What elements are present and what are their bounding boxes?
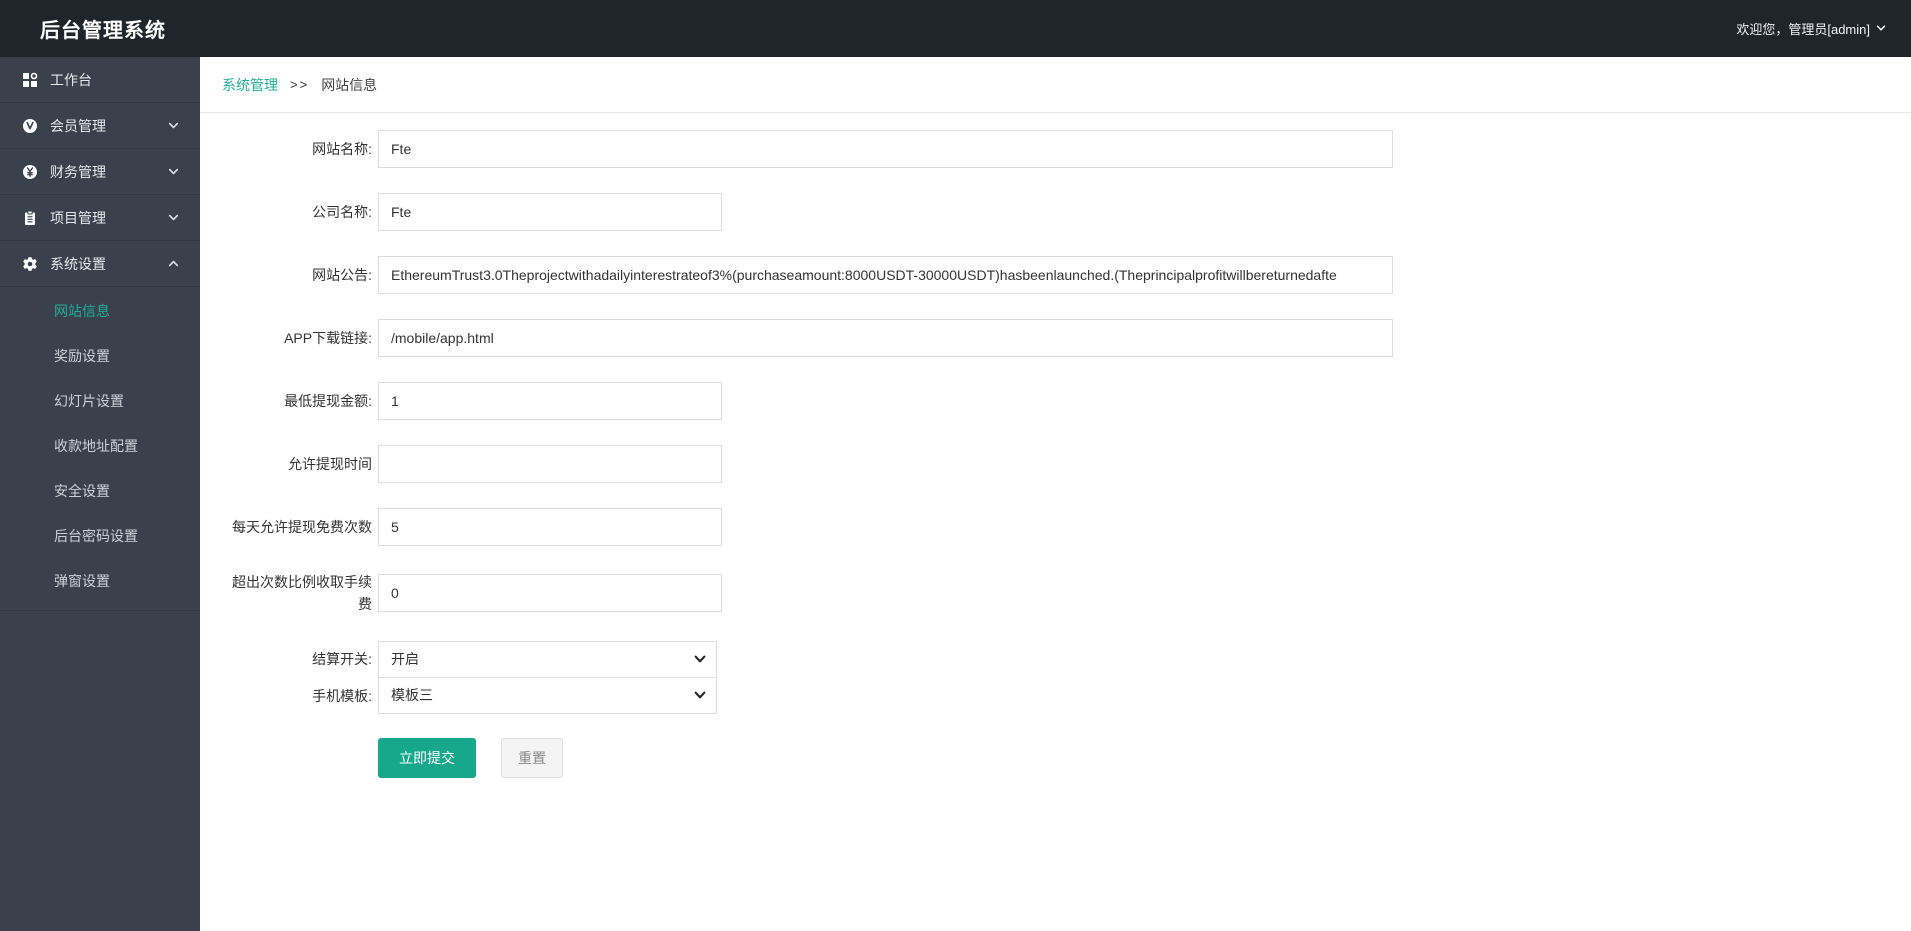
sidebar-item-system[interactable]: 系统设置 <box>0 241 200 287</box>
welcome-text: 欢迎您，管理员[admin] <box>1736 22 1870 37</box>
project-icon <box>22 210 40 226</box>
sidebar: 工作台会员管理财务管理项目管理系统设置网站信息 奖励设置 幻灯片设置 收款地址配置 安全… <box>0 57 200 931</box>
dashboard-grid-icon <box>22 72 40 88</box>
field-label: 网站名称: <box>312 140 372 157</box>
sidebar-subitem-site-info[interactable]: 网站信息 <box>0 289 200 334</box>
form-row-min-withdraw-amount: 最低提现金额: <box>200 382 1911 420</box>
breadcrumb-current: 网站信息 <box>321 76 378 93</box>
sidebar-item-members[interactable]: 会员管理 <box>0 103 200 149</box>
sidebar-subitem-payment-address[interactable]: 收款地址配置 <box>0 424 200 469</box>
field-label: 结算开关: <box>312 651 372 668</box>
form-fields-container: 网站名称: 公司名称: 网站公告: APP下载链接: 最低提现金额: 允许提现时间每天允许… <box>200 130 1911 616</box>
form-row-excess-fee-ratio: 超出次数比例收取手续费 <box>200 571 1911 616</box>
sidebar-item-projects[interactable]: 项目管理 <box>0 195 200 241</box>
topbar: 后台管理系统 欢迎您，管理员[admin] <box>0 0 1911 57</box>
user-dropdown[interactable]: 欢迎您，管理员[admin] <box>1736 19 1887 38</box>
sidebar-item-label: 财务管理 <box>50 163 106 180</box>
settlement-switch-select-wrap: 开启 <box>378 640 717 678</box>
finance-icon <box>22 164 40 180</box>
withdraw-time-allowed-input[interactable] <box>378 445 722 483</box>
sidebar-item-label: 会员管理 <box>50 117 106 134</box>
form-row-daily-free-withdraw-count: 每天允许提现免费次数 <box>200 508 1911 546</box>
field-label: 手机模板: <box>312 687 372 704</box>
reset-button[interactable]: 重置 <box>501 737 563 778</box>
settings-form: 网站名称: 公司名称: 网站公告: APP下载链接: 最低提现金额: 允许提现时间每天允许… <box>200 113 1911 818</box>
sidebar-nav: 工作台会员管理财务管理项目管理系统设置网站信息 奖励设置 幻灯片设置 收款地址配置 安全… <box>0 57 200 611</box>
mobile-template-select[interactable]: 模板三 <box>378 676 717 714</box>
app-title: 后台管理系统 <box>40 20 166 42</box>
member-icon <box>22 118 40 134</box>
field-label: 每天允许提现免费次数 <box>232 518 372 535</box>
chevron-up-icon <box>167 257 180 270</box>
field-label: 公司名称: <box>312 203 372 220</box>
form-row-site-name: 网站名称: <box>200 130 1911 168</box>
min-withdraw-amount-input[interactable] <box>378 382 722 420</box>
site-name-input[interactable] <box>378 130 1393 168</box>
breadcrumb: 系统管理 >> 网站信息 <box>200 57 1911 113</box>
sidebar-subitem-slideshow-settings[interactable]: 幻灯片设置 <box>0 379 200 424</box>
app-download-link-input[interactable] <box>378 319 1393 357</box>
sidebar-subitem-security-settings[interactable]: 安全设置 <box>0 469 200 514</box>
form-row-mobile-template: 手机模板: 模板三 <box>200 676 1911 714</box>
sidebar-subitem-popup-settings[interactable]: 弹窗设置 <box>0 559 200 604</box>
form-selects-container: 结算开关: 开启 手机模板: 模板三 <box>200 640 1911 714</box>
sidebar-item-label: 工作台 <box>50 71 92 88</box>
mobile-template-select-wrap: 模板三 <box>378 676 717 714</box>
field-label: APP下载链接: <box>284 329 372 346</box>
chevron-down-icon <box>167 119 180 132</box>
gear-icon <box>22 256 40 272</box>
sidebar-item-label: 系统设置 <box>50 255 106 272</box>
field-label: 最低提现金额: <box>284 392 372 409</box>
main-content: 系统管理 >> 网站信息 网站名称: 公司名称: 网站公告: APP下载链接: 最低提现… <box>200 57 1911 931</box>
submit-button[interactable]: 立即提交 <box>378 737 476 778</box>
sidebar-subitem-reward-settings[interactable]: 奖励设置 <box>0 334 200 379</box>
chevron-down-icon <box>167 165 180 178</box>
field-label: 网站公告: <box>312 266 372 283</box>
excess-fee-ratio-input[interactable] <box>378 574 722 613</box>
sidebar-subitem-admin-password[interactable]: 后台密码设置 <box>0 514 200 559</box>
breadcrumb-parent-link[interactable]: 系统管理 <box>222 75 278 95</box>
sidebar-item-finance[interactable]: 财务管理 <box>0 149 200 195</box>
field-label: 允许提现时间 <box>288 455 372 472</box>
sidebar-item-workbench[interactable]: 工作台 <box>0 57 200 103</box>
breadcrumb-separator: >> <box>290 77 310 92</box>
daily-free-withdraw-count-input[interactable] <box>378 508 722 546</box>
admin-app: 后台管理系统 欢迎您，管理员[admin] 工作台会员管理财务管理项目管理系统设… <box>0 0 1911 931</box>
chevron-down-icon <box>167 211 180 224</box>
sidebar-item-label: 项目管理 <box>50 209 106 226</box>
form-row-withdraw-time-allowed: 允许提现时间 <box>200 445 1911 483</box>
form-row-app-download-link: APP下载链接: <box>200 319 1911 357</box>
site-announcement-input[interactable] <box>378 256 1393 294</box>
layout: 工作台 会员管理 财务管理 项目管理 系统设置 网站信息 奖励设置 幻灯片设置 收款地址配置 安全… <box>0 57 1911 931</box>
company-name-input[interactable] <box>378 193 722 231</box>
field-label: 超出次数比例收取手续费 <box>232 574 372 613</box>
form-row-site-announcement: 网站公告: <box>200 256 1911 294</box>
form-row-settlement-switch: 结算开关: 开启 <box>200 640 1911 678</box>
chevron-down-icon <box>1875 20 1887 37</box>
sidebar-submenu: 网站信息 奖励设置 幻灯片设置 收款地址配置 安全设置 后台密码设置 弹窗设置 <box>0 287 200 611</box>
settlement-switch-select[interactable]: 开启 <box>378 640 717 678</box>
form-row-company-name: 公司名称: <box>200 193 1911 231</box>
form-buttons-row: 立即提交 重置 <box>378 714 1911 778</box>
